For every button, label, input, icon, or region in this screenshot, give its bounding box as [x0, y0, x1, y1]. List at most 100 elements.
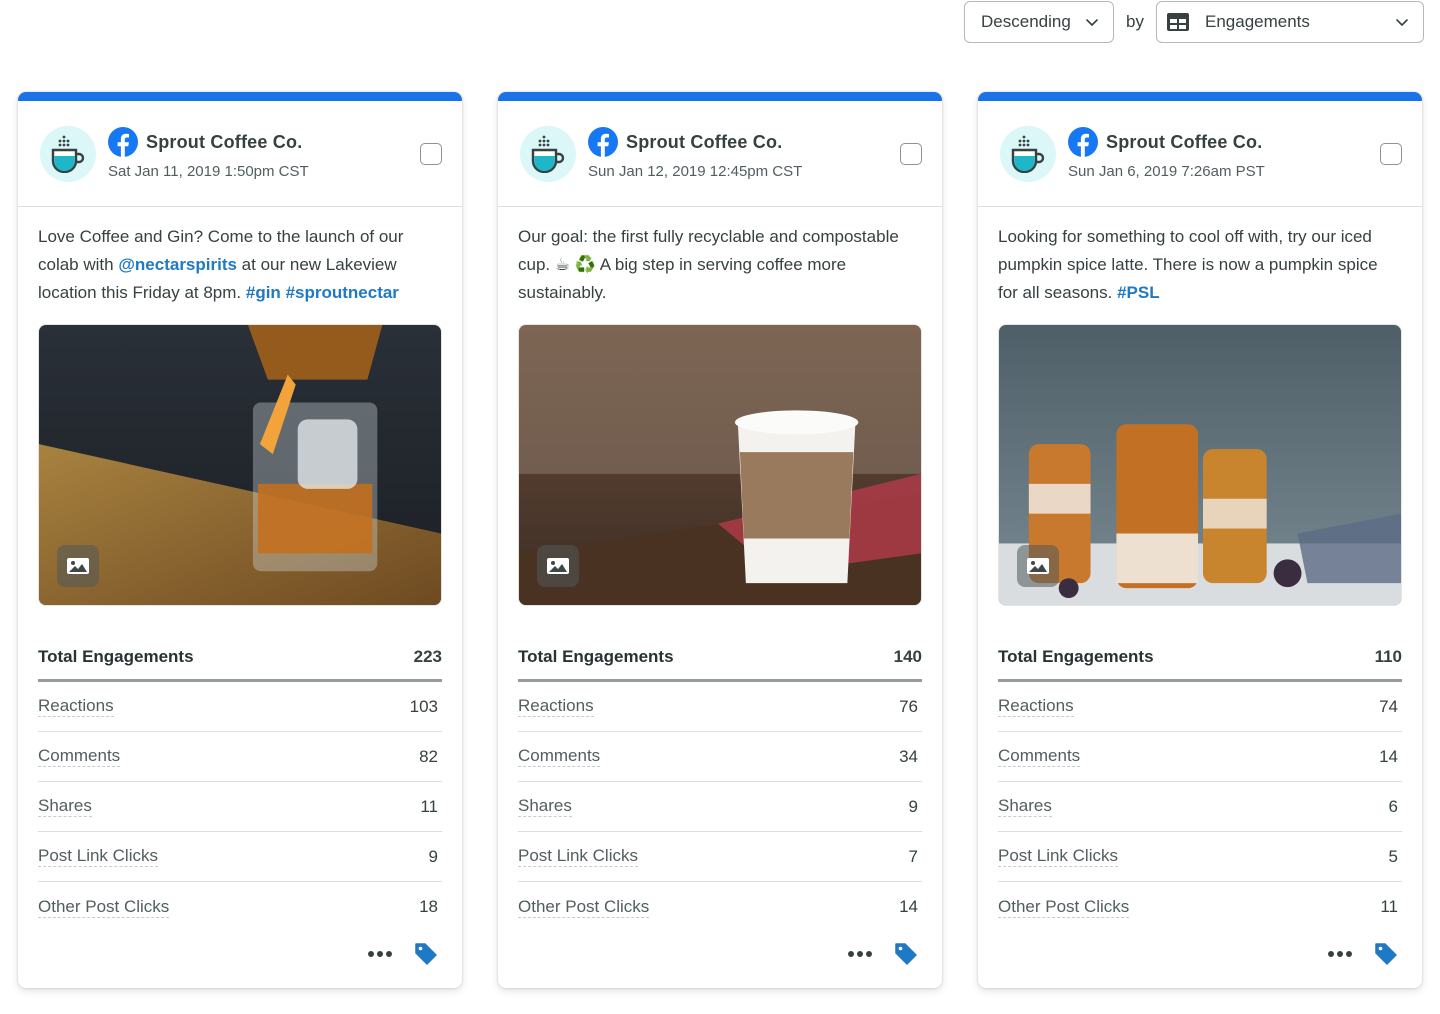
profile-name[interactable]: Sprout Coffee Co. [146, 132, 302, 153]
tag-icon[interactable] [414, 942, 438, 966]
metric-name[interactable]: Shares [518, 796, 572, 817]
post-image[interactable] [998, 324, 1402, 606]
sort-metric-dropdown[interactable]: Engagements [1156, 1, 1424, 43]
tag-icon[interactable] [1374, 942, 1398, 966]
card-accent-bar [18, 92, 462, 101]
media-type-badge [57, 545, 99, 587]
metric-row: Comments 34 [518, 732, 922, 782]
post-text: Looking for something to cool off with, … [978, 207, 1422, 324]
post-header: Sprout Coffee Co. Sat Jan 11, 2019 1:50p… [18, 101, 462, 207]
metric-name[interactable]: Reactions [998, 696, 1074, 717]
post-header: Sprout Coffee Co. Sun Jan 12, 2019 12:45… [498, 101, 942, 207]
post-text: Our goal: the first fully recyclable and… [498, 207, 942, 324]
hashtag-link[interactable]: #sproutnectar [286, 283, 399, 302]
metric-name[interactable]: Post Link Clicks [518, 846, 638, 867]
coffee-cup-icon [51, 135, 85, 173]
more-options-icon[interactable] [848, 951, 872, 957]
facebook-icon [588, 127, 618, 157]
metric-value: 7 [908, 846, 918, 866]
metric-row: Shares 6 [998, 782, 1402, 832]
metric-row: Reactions 103 [38, 682, 442, 732]
profile-name[interactable]: Sprout Coffee Co. [626, 132, 782, 153]
metric-value: 14 [899, 897, 918, 916]
metric-value: 14 [1379, 746, 1398, 766]
metric-value: 223 [413, 646, 442, 666]
metric-row: Comments 14 [998, 732, 1402, 782]
metric-row: Shares 11 [38, 782, 442, 832]
metric-value: 110 [1374, 646, 1402, 666]
chevron-down-icon [1086, 19, 1098, 26]
profile-avatar[interactable] [40, 125, 96, 182]
total-engagements-row: Total Engagements 110 [998, 634, 1402, 682]
metric-name[interactable]: Shares [38, 796, 92, 817]
metric-row: Post Link Clicks 7 [518, 832, 922, 882]
tag-icon[interactable] [894, 942, 918, 966]
post-image[interactable] [518, 324, 922, 606]
profile-avatar[interactable] [520, 125, 576, 182]
metric-name[interactable]: Comments [38, 746, 121, 767]
select-post-checkbox[interactable] [1380, 142, 1402, 165]
post-text-segment: Our goal: the first fully recyclable and… [518, 227, 899, 302]
sort-order-label: Descending [981, 12, 1071, 31]
card-accent-bar [978, 92, 1422, 101]
media-type-badge [537, 545, 579, 587]
table-grid-icon [1167, 13, 1189, 31]
profile-avatar[interactable] [1000, 125, 1056, 182]
profile-name-row: Sprout Coffee Co. [1068, 127, 1380, 157]
metric-value: 82 [419, 746, 438, 766]
card-accent-bar [498, 92, 942, 101]
engagement-metrics: Total Engagements 110 Reactions 74 Comments 1… [998, 634, 1402, 932]
metric-name[interactable]: Reactions [38, 696, 114, 717]
metric-row: Reactions 76 [518, 682, 922, 732]
post-photo [39, 325, 441, 605]
sort-controls: Descending by Engagements [964, 1, 1424, 43]
metric-row: Comments 82 [38, 732, 442, 782]
engagement-metrics: Total Engagements 223 Reactions 103 Comments… [38, 634, 442, 932]
profile-info: Sprout Coffee Co. Sun Jan 6, 2019 7:26am… [1068, 127, 1380, 180]
metric-value: 9 [908, 796, 918, 816]
more-options-icon[interactable] [1328, 951, 1352, 957]
sort-order-dropdown[interactable]: Descending [964, 1, 1115, 43]
metric-name[interactable]: Shares [998, 796, 1052, 817]
card-actions [848, 942, 918, 966]
metric-row: Other Post Clicks 18 [38, 882, 442, 932]
metric-name[interactable]: Other Post Clicks [38, 897, 170, 918]
post-image[interactable] [38, 324, 442, 606]
select-post-checkbox[interactable] [420, 142, 442, 165]
image-icon [547, 558, 569, 574]
metric-value: 74 [1379, 696, 1398, 716]
engagement-metrics: Total Engagements 140 Reactions 76 Comments 3… [518, 634, 922, 932]
more-options-icon[interactable] [368, 951, 392, 957]
metric-name[interactable]: Post Link Clicks [998, 846, 1118, 867]
hashtag-link[interactable]: #gin [246, 283, 281, 302]
facebook-icon [108, 127, 138, 157]
metric-row: Shares 9 [518, 782, 922, 832]
hashtag-link[interactable]: #PSL [1117, 283, 1160, 302]
metric-name[interactable]: Comments [518, 746, 601, 767]
profile-name[interactable]: Sprout Coffee Co. [1106, 132, 1262, 153]
card-actions [368, 942, 438, 966]
mention-link[interactable]: @nectarspirits [118, 255, 237, 274]
metric-name[interactable]: Comments [998, 746, 1081, 767]
total-engagements-row: Total Engagements 223 [38, 634, 442, 682]
metric-row: Reactions 74 [998, 682, 1402, 732]
chevron-down-icon [1396, 19, 1408, 26]
metric-value: 5 [1388, 846, 1398, 866]
post-card: Sprout Coffee Co. Sat Jan 11, 2019 1:50p… [18, 92, 462, 988]
metric-name[interactable]: Other Post Clicks [998, 897, 1130, 918]
post-card: Sprout Coffee Co. Sun Jan 12, 2019 12:45… [498, 92, 942, 988]
metric-name[interactable]: Reactions [518, 696, 594, 717]
image-icon [1027, 558, 1049, 574]
image-icon [67, 558, 89, 574]
metric-name[interactable]: Post Link Clicks [38, 846, 158, 867]
post-date: Sun Jan 12, 2019 12:45pm CST [588, 163, 803, 180]
metric-value: 11 [1380, 897, 1398, 916]
total-engagements-row: Total Engagements 140 [518, 634, 922, 682]
profile-name-row: Sprout Coffee Co. [108, 127, 420, 157]
select-post-checkbox[interactable] [900, 142, 922, 165]
metric-value: 76 [899, 696, 918, 716]
post-date: Sun Jan 6, 2019 7:26am PST [1068, 163, 1265, 180]
metric-name[interactable]: Other Post Clicks [518, 897, 650, 918]
profile-info: Sprout Coffee Co. Sat Jan 11, 2019 1:50p… [108, 127, 420, 180]
facebook-icon [1068, 127, 1098, 157]
